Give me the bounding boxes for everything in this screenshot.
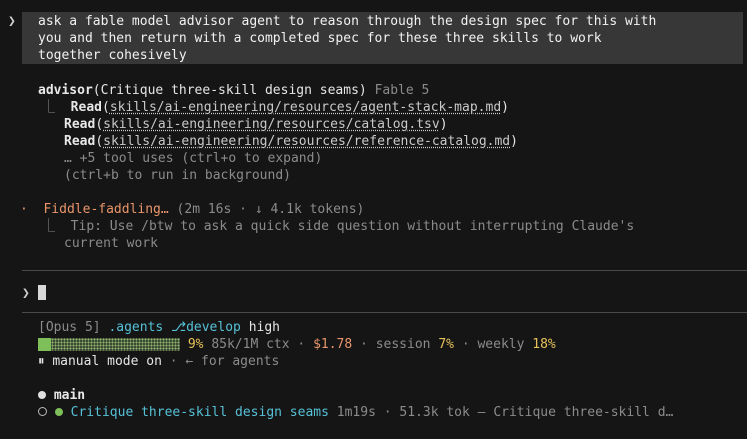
session-label: session xyxy=(375,337,431,352)
read-row-3: Read(skills/ai-engineering/resources/ref… xyxy=(64,134,518,149)
prompt-line-2: you and then return with a completed spe… xyxy=(38,31,602,46)
prompt-chevron-icon: ❯ xyxy=(8,14,16,29)
agent-task-time: 1m19s xyxy=(336,405,376,420)
weekly-usage: 18% xyxy=(532,337,556,352)
read-path-link[interactable]: skills/ai-engineering/resources/agent-st… xyxy=(110,100,501,115)
session-usage: 7% xyxy=(438,337,454,352)
effort-level: high xyxy=(248,320,280,335)
agent-task-title: Critique three-skill design seams xyxy=(70,405,329,420)
tip-row: ⎿ Tip: Use /btw to ask a quick side ques… xyxy=(42,218,634,235)
agent-task-tokens: 51.3k tok xyxy=(399,405,470,420)
mode-hint: ← for agents xyxy=(185,354,280,369)
footer-line-1: [Opus 5] .agents ⎇develop high xyxy=(38,319,280,336)
git-branch-name: develop xyxy=(186,320,241,335)
text-cursor xyxy=(37,285,46,300)
session-cost: $1.78 xyxy=(313,337,353,352)
input-chevron-icon: ❯ xyxy=(22,286,30,301)
background-hint: (ctrl+b to run in background) xyxy=(64,168,291,183)
context-usage-bar xyxy=(38,338,180,351)
context-amount: 85k/1M ctx xyxy=(211,337,290,352)
status-line: · Fiddle-faddling… (2m 16s · ↓ 4.1k toke… xyxy=(20,201,364,218)
advisor-name: advisor xyxy=(38,83,93,98)
git-branch-icon: ⎇ xyxy=(171,320,187,335)
branch-icon: ⎿ xyxy=(42,100,56,115)
read-path-link[interactable]: skills/ai-engineering/resources/referenc… xyxy=(103,134,510,149)
branch-icon: ⎿ xyxy=(42,219,56,234)
read-row-1: ⎿ Read(skills/ai-engineering/resources/a… xyxy=(42,100,509,115)
agent-task-row[interactable]: Critique three-skill design seams 1m19s … xyxy=(38,404,673,421)
agent-main-row[interactable]: main xyxy=(38,387,85,404)
tip-text-cont: current work xyxy=(64,236,158,251)
input-bottom-divider xyxy=(22,312,747,313)
footer-line-2: 9% 85k/1M ctx · $1.78 · session 7% · wee… xyxy=(38,336,556,353)
advisor-model: Fable 5 xyxy=(374,83,430,98)
running-dot-icon xyxy=(54,408,63,416)
input-top-divider xyxy=(22,270,747,271)
weekly-label: weekly xyxy=(477,337,525,352)
mode-status: manual mode on xyxy=(52,354,162,369)
directory-name: .agents xyxy=(108,320,164,335)
read-verb: Read xyxy=(64,117,96,132)
unselected-circle-icon xyxy=(38,407,47,416)
advisor-header: advisor(Critique three-skill design seam… xyxy=(38,82,429,99)
model-badge: [Opus 5] xyxy=(38,320,101,335)
pause-icon: ⏸ xyxy=(38,354,45,369)
read-row-2: Read(skills/ai-engineering/resources/cat… xyxy=(64,117,448,132)
input-field[interactable]: ❯ xyxy=(22,285,46,302)
read-verb: Read xyxy=(70,100,102,115)
context-percent: 9% xyxy=(187,337,204,352)
tip-text: Tip: Use /btw to ask a quick side questi… xyxy=(70,219,635,234)
read-verb: Read xyxy=(64,134,96,149)
status-meta: (2m 16s · ↓ 4.1k tokens) xyxy=(176,202,365,217)
footer-line-3: ⏸ manual mode on · ← for agents xyxy=(38,354,280,369)
status-bullet-icon: · xyxy=(20,202,28,217)
read-path-link[interactable]: skills/ai-engineering/resources/catalog.… xyxy=(103,117,440,132)
prompt-line-1: ask a fable model advisor agent to reaso… xyxy=(38,14,657,29)
advisor-task: (Critique three-skill design seams) xyxy=(92,83,367,98)
more-tool-uses[interactable]: … +5 tool uses (ctrl+o to expand) xyxy=(64,150,322,167)
selected-dot-icon xyxy=(38,391,46,399)
status-label: Fiddle-faddling… xyxy=(43,202,169,217)
agent-main-label: main xyxy=(53,388,86,403)
agent-task-desc: Critique three-skill d… xyxy=(493,405,674,420)
prompt-line-3: together cohesively xyxy=(38,48,187,63)
